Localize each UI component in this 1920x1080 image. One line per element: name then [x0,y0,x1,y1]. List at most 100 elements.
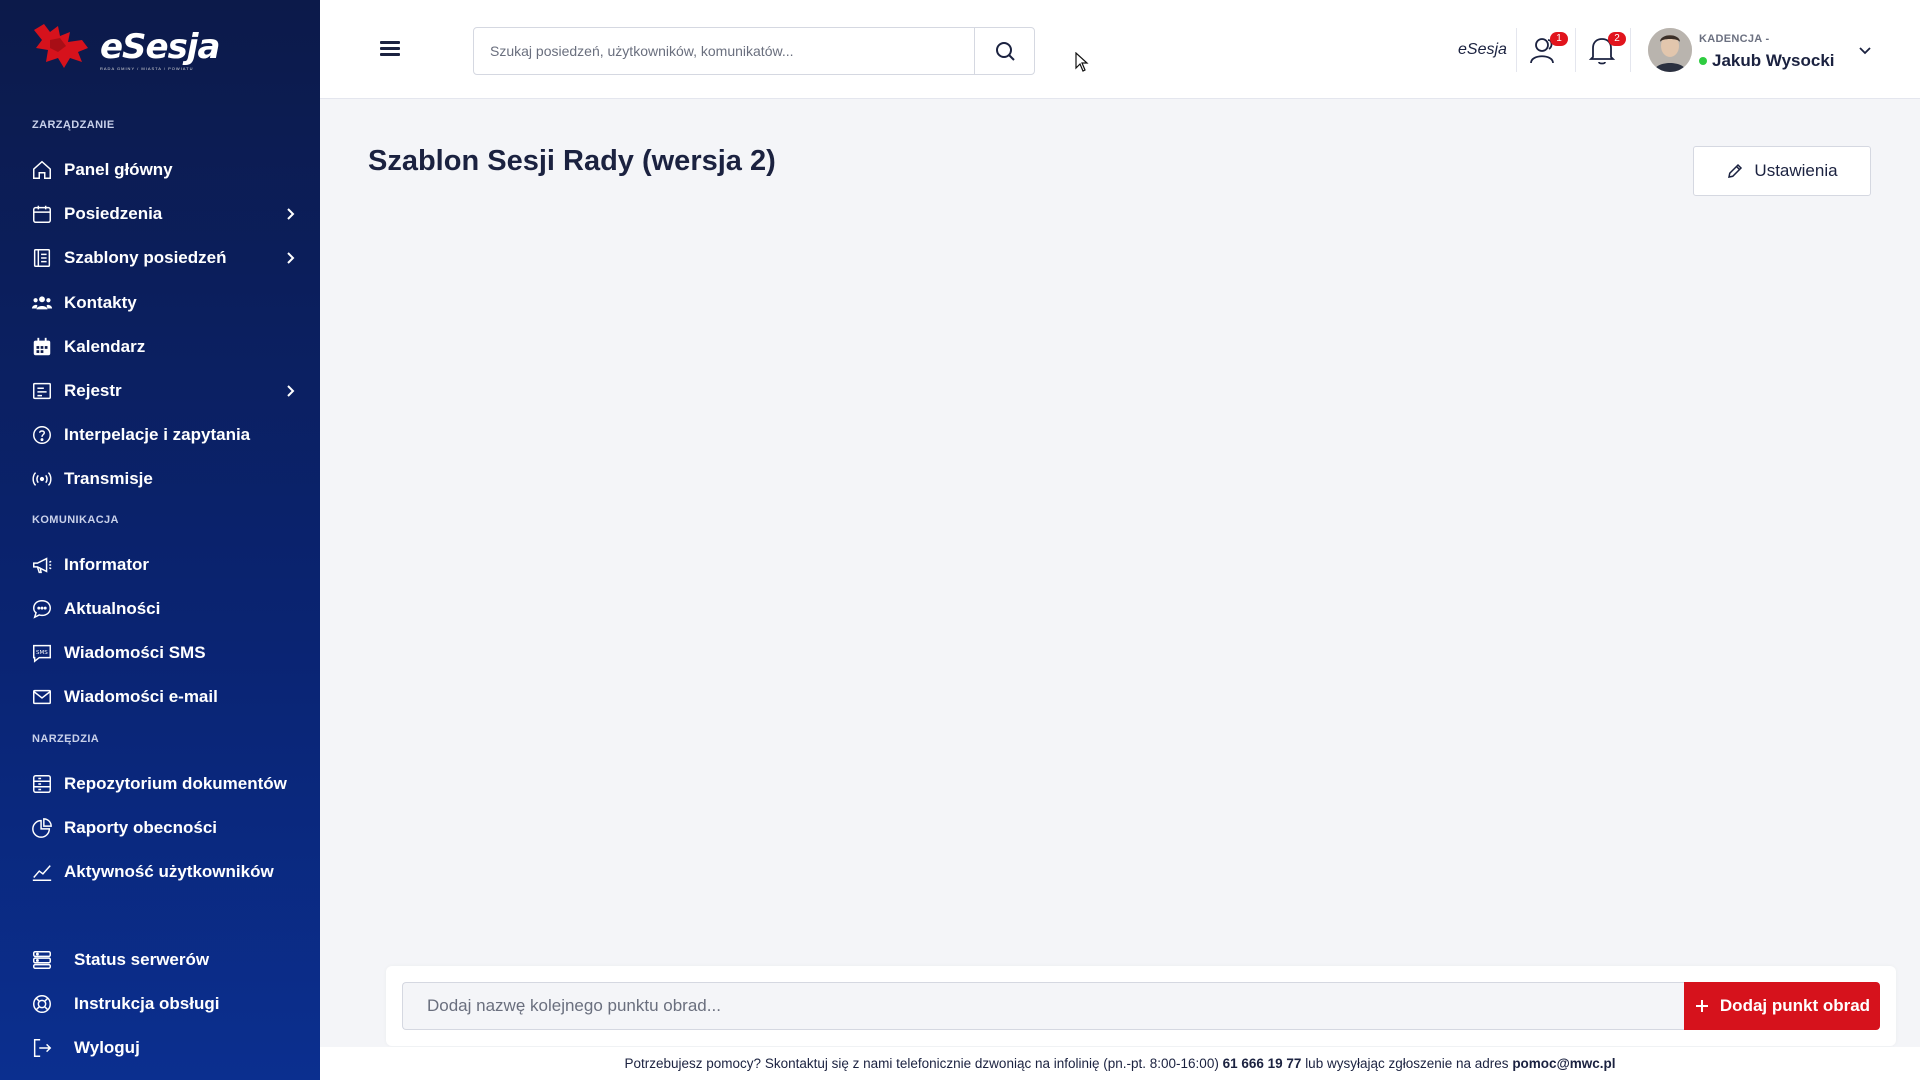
search-icon [995,42,1015,61]
calendar-icon [30,202,54,226]
sidebar-item-label: Transmisje [64,469,153,488]
sidebar-item-wiadomosci-sms[interactable]: SMS Wiadomości SMS [30,638,298,668]
online-status-dot [1699,57,1707,65]
sidebar-item-rejestr[interactable]: Rejestr [30,376,298,406]
sidebar-item-aktualnosci[interactable]: Aktualności [30,594,298,624]
footer-text-middle: lub wysyłając zgłoszenie na adres [1305,1056,1509,1071]
divider [1575,28,1576,72]
sidebar-item-informator[interactable]: Informator [30,550,298,580]
add-agenda-panel: Dodaj punkt obrad [386,966,1896,1046]
footer-phone[interactable]: 61 666 19 77 [1223,1056,1302,1071]
sidebar-item-wyloguj[interactable]: Wyloguj [30,1033,298,1063]
section-title-zarzadzanie: ZARZĄDZANIE [32,119,115,131]
app-logo[interactable]: eSesja [30,22,220,72]
add-agenda-item-button[interactable]: Dodaj punkt obrad [1684,982,1880,1030]
menu-toggle-button[interactable] [378,36,404,60]
chevron-right-icon [287,252,295,264]
kadencja-label: KADENCJA - [1699,33,1770,45]
user-name[interactable]: Jakub Wysocki [1699,51,1835,71]
brand-subtitle: RADA GMINY / MIASTA / POWIATU [100,66,194,71]
sidebar-item-status-serwerow[interactable]: Status serwerów [30,945,298,975]
section-title-komunikacja: KOMUNIKACJA [32,514,119,526]
sidebar-item-szablony-posiedzen[interactable]: Szablony posiedzeń [30,243,298,273]
lifebuoy-icon [30,992,54,1016]
page-title: Szablon Sesji Rady (wersja 2) [368,145,776,177]
sidebar-item-repozytorium[interactable]: Repozytorium dokumentów [30,769,298,799]
chevron-down-icon[interactable] [1857,42,1873,58]
pie-chart-icon [30,816,54,840]
sidebar-item-label: Wiadomości SMS [64,643,206,662]
sidebar-item-label: Wyloguj [74,1038,140,1057]
server-icon [30,948,54,972]
footer-email[interactable]: pomoc@mwc.pl [1512,1056,1615,1071]
avatar[interactable] [1648,28,1692,72]
sidebar-item-label: Raporty obecności [64,818,218,837]
sidebar-item-label: Repozytorium dokumentów [64,774,287,793]
sidebar-item-interpelacje[interactable]: Interpelacje i zapytania [30,420,298,450]
search-box [473,27,1035,75]
logo-eagle-icon [34,24,88,68]
sidebar-item-label: Kalendarz [64,337,146,356]
chevron-right-icon [287,385,295,397]
sidebar-item-label: Instrukcja obsługi [74,994,220,1013]
broadcast-icon [30,467,54,491]
settings-button-label: Ustawienia [1754,161,1838,180]
user-name-text: Jakub Wysocki [1712,51,1835,70]
sidebar-item-posiedzenia[interactable]: Posiedzenia [30,199,298,229]
logout-icon [30,1036,54,1060]
calendar-grid-icon [30,335,54,359]
sidebar-item-transmisje[interactable]: Transmisje [30,464,298,494]
mouse-cursor-icon [1075,52,1089,72]
chat-bubble-icon [30,597,54,621]
help-footer: Potrzebujesz pomocy? Skontaktuj się z na… [320,1047,1920,1080]
sidebar-item-label: Interpelacje i zapytania [64,425,251,444]
question-icon [30,423,54,447]
sidebar-item-panel-glowny[interactable]: Panel główny [30,155,298,185]
megaphone-icon [30,553,54,577]
hamburger-icon [380,41,400,56]
sidebar-item-aktywnosc[interactable]: Aktywność użytkowników [30,857,298,887]
sidebar-item-label: Kontakty [64,293,137,312]
add-agenda-item-label: Dodaj punkt obrad [1719,996,1871,1015]
mail-icon [30,685,54,709]
notifications-button[interactable]: 2 [1584,32,1626,68]
sidebar-item-kontakty[interactable]: Kontakty [30,288,298,318]
sidebar-item-label: Rejestr [64,381,122,400]
search-input[interactable] [474,28,974,74]
sidebar-item-label: Posiedzenia [64,204,163,223]
sidebar: eSesja RADA GMINY / MIASTA / POWIATU ZAR… [0,0,320,1080]
sidebar-item-label: Aktualności [64,599,161,618]
sidebar-item-wiadomosci-email[interactable]: Wiadomości e-mail [30,682,298,712]
users-button[interactable]: 1 [1526,32,1568,68]
divider [1516,28,1517,72]
users-badge: 1 [1550,32,1568,46]
brand-name: eSesja [100,27,220,67]
home-icon [30,158,54,182]
svg-text:SMS: SMS [36,650,48,656]
sidebar-item-label: Szablony posiedzeń [64,248,227,267]
chevron-right-icon [287,208,295,220]
sidebar-item-label: Panel główny [64,160,173,179]
sidebar-item-label: Aktywność użytkowników [64,862,274,881]
divider [1630,28,1631,72]
register-icon [30,379,54,403]
brand-link[interactable]: eSesja [1458,41,1507,59]
plus-icon [1695,1000,1708,1012]
agenda-item-input[interactable] [402,982,1686,1030]
section-title-narzedzia: NARZĘDZIA [32,733,100,745]
template-icon [30,246,54,270]
settings-button[interactable]: Ustawienia [1693,146,1871,196]
sidebar-item-label: Status serwerów [74,950,210,969]
sms-icon: SMS [30,641,54,665]
pencil-icon [1728,163,1743,178]
sidebar-item-raporty-obecnosci[interactable]: Raporty obecności [30,813,298,843]
activity-chart-icon [30,860,54,884]
sidebar-item-label: Informator [64,555,149,574]
topbar: eSesja 1 2 KADENCJA - Jakub Wysocki [320,0,1920,99]
sidebar-item-instrukcja[interactable]: Instrukcja obsługi [30,989,298,1019]
search-button[interactable] [974,28,1034,74]
sidebar-item-label: Wiadomości e-mail [64,687,218,706]
sidebar-item-kalendarz[interactable]: Kalendarz [30,332,298,362]
documents-icon [30,772,54,796]
notifications-badge: 2 [1608,32,1626,46]
